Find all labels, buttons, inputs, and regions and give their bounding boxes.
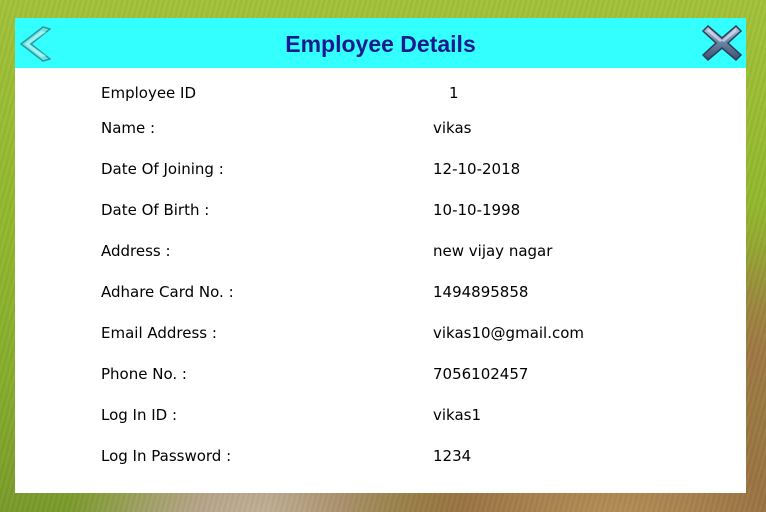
employee-id-value: 1 — [449, 84, 459, 102]
row-name: Name : vikas — [15, 119, 746, 143]
title-bar: Employee Details — [15, 18, 746, 68]
email-value: vikas10@gmail.com — [433, 324, 585, 342]
row-adhare-card: Adhare Card No. : 1494895858 — [15, 283, 746, 307]
adhare-card-value: 1494895858 — [433, 283, 529, 301]
dialog-title: Employee Details — [285, 31, 476, 57]
login-id-value: vikas1 — [433, 406, 482, 424]
row-date-of-birth: Date Of Birth : 10-10-1998 — [15, 201, 746, 225]
login-password-value: 1234 — [433, 447, 472, 465]
email-label: Email Address : — [101, 324, 217, 342]
login-id-label: Log In ID : — [101, 406, 178, 424]
date-of-birth-label: Date Of Birth : — [101, 201, 210, 219]
date-of-joining-label: Date Of Joining : — [101, 160, 224, 178]
close-button[interactable] — [701, 24, 743, 62]
employee-id-label: Employee ID — [101, 84, 197, 102]
date-of-birth-value: 10-10-1998 — [433, 201, 521, 219]
row-email: Email Address : vikas10@gmail.com — [15, 324, 746, 348]
row-login-id: Log In ID : vikas1 — [15, 406, 746, 430]
login-password-label: Log In Password : — [101, 447, 232, 465]
employee-details-dialog: Employee Details Employee ID 1 Name: vi… — [15, 18, 746, 493]
row-date-of-joining: Date Of Joining : 12-10-2018 — [15, 160, 746, 184]
row-login-password: Log In Password : 1234 — [15, 447, 746, 471]
close-x-icon — [701, 24, 743, 62]
phone-value: 7056102457 — [433, 365, 529, 383]
adhare-card-label: Adhare Card No. : — [101, 283, 234, 301]
row-address: Address : new vijay nagar — [15, 242, 746, 266]
date-of-joining-value: 12-10-2018 — [433, 160, 521, 178]
back-button[interactable] — [17, 26, 52, 62]
row-phone: Phone No. : 7056102457 — [15, 365, 746, 389]
back-chevron-icon — [19, 26, 52, 62]
address-value: new vijay nagar — [433, 242, 553, 260]
address-label: Address : — [101, 242, 171, 260]
name-label: Name : — [101, 119, 156, 137]
name-value: vikas — [433, 119, 472, 137]
row-employee-id: Employee ID 1 — [15, 84, 746, 108]
phone-label: Phone No. : — [101, 365, 187, 383]
